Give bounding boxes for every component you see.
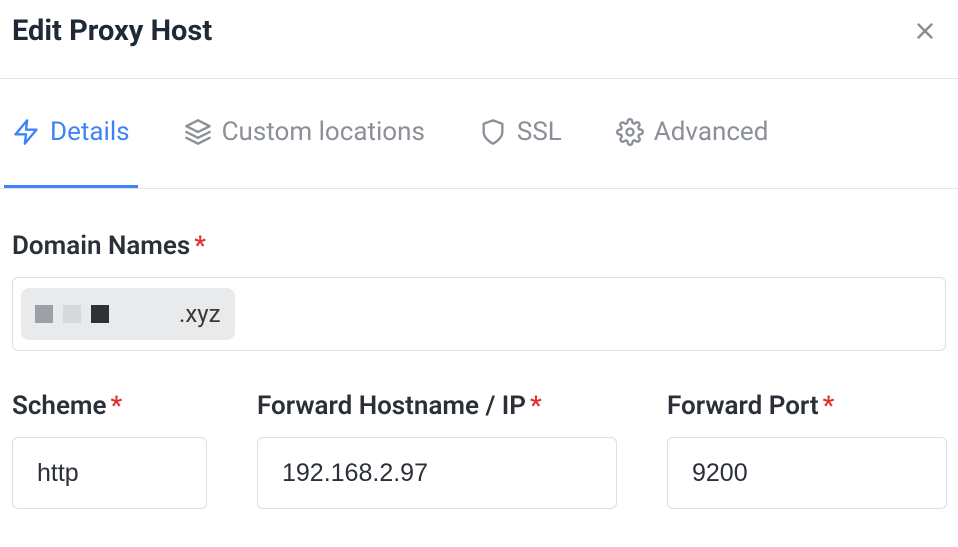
domain-names-field: Domain Names* .xyz xyxy=(12,231,946,351)
label-text: Scheme xyxy=(12,391,107,421)
gear-icon xyxy=(616,118,644,146)
tab-label: Details xyxy=(50,117,130,147)
domain-chip[interactable]: .xyz xyxy=(21,288,235,340)
domain-chip-text: .xyz xyxy=(119,300,221,328)
form-area: Domain Names* .xyz Scheme* xyxy=(0,189,958,509)
close-button[interactable] xyxy=(904,10,946,52)
redacted-icon xyxy=(35,305,109,323)
forward-port-field: Forward Port* xyxy=(667,391,947,509)
tab-ssl[interactable]: SSL xyxy=(471,79,570,188)
layers-icon xyxy=(184,118,212,146)
redact-square xyxy=(63,305,81,323)
lightning-icon xyxy=(12,118,40,146)
redact-square xyxy=(35,305,53,323)
label-text: Forward Port xyxy=(667,391,819,421)
redact-square xyxy=(91,305,109,323)
edit-proxy-host-modal: Edit Proxy Host Details Custom locations… xyxy=(0,0,958,547)
required-mark: * xyxy=(530,391,542,421)
required-mark: * xyxy=(194,231,206,261)
forward-host-input[interactable] xyxy=(257,437,617,509)
scheme-select[interactable]: http xyxy=(12,437,207,509)
forward-host-label: Forward Hostname / IP* xyxy=(257,391,617,421)
forwarding-row: Scheme* http Forward Hostname / IP* Forw… xyxy=(12,391,946,509)
label-text: Forward Hostname / IP xyxy=(257,391,526,421)
tab-label: SSL xyxy=(517,117,562,147)
label-text: Domain Names xyxy=(12,231,190,261)
scheme-field: Scheme* http xyxy=(12,391,207,509)
domain-names-input[interactable]: .xyz xyxy=(12,277,946,351)
tab-details[interactable]: Details xyxy=(4,79,138,188)
tabs: Details Custom locations SSL Advanced xyxy=(0,79,958,189)
modal-title: Edit Proxy Host xyxy=(12,14,212,48)
forward-port-input[interactable] xyxy=(667,437,947,509)
forward-port-label: Forward Port* xyxy=(667,391,947,421)
shield-icon xyxy=(479,118,507,146)
scheme-label: Scheme* xyxy=(12,391,207,421)
tab-custom-locations[interactable]: Custom locations xyxy=(176,79,433,188)
domain-names-label: Domain Names* xyxy=(12,231,946,261)
close-icon xyxy=(912,18,938,44)
required-mark: * xyxy=(111,391,123,421)
forward-host-field: Forward Hostname / IP* xyxy=(257,391,617,509)
tab-advanced[interactable]: Advanced xyxy=(608,79,777,188)
tab-label: Custom locations xyxy=(222,117,425,147)
required-mark: * xyxy=(823,391,835,421)
modal-header: Edit Proxy Host xyxy=(0,0,958,79)
tab-label: Advanced xyxy=(654,117,769,147)
